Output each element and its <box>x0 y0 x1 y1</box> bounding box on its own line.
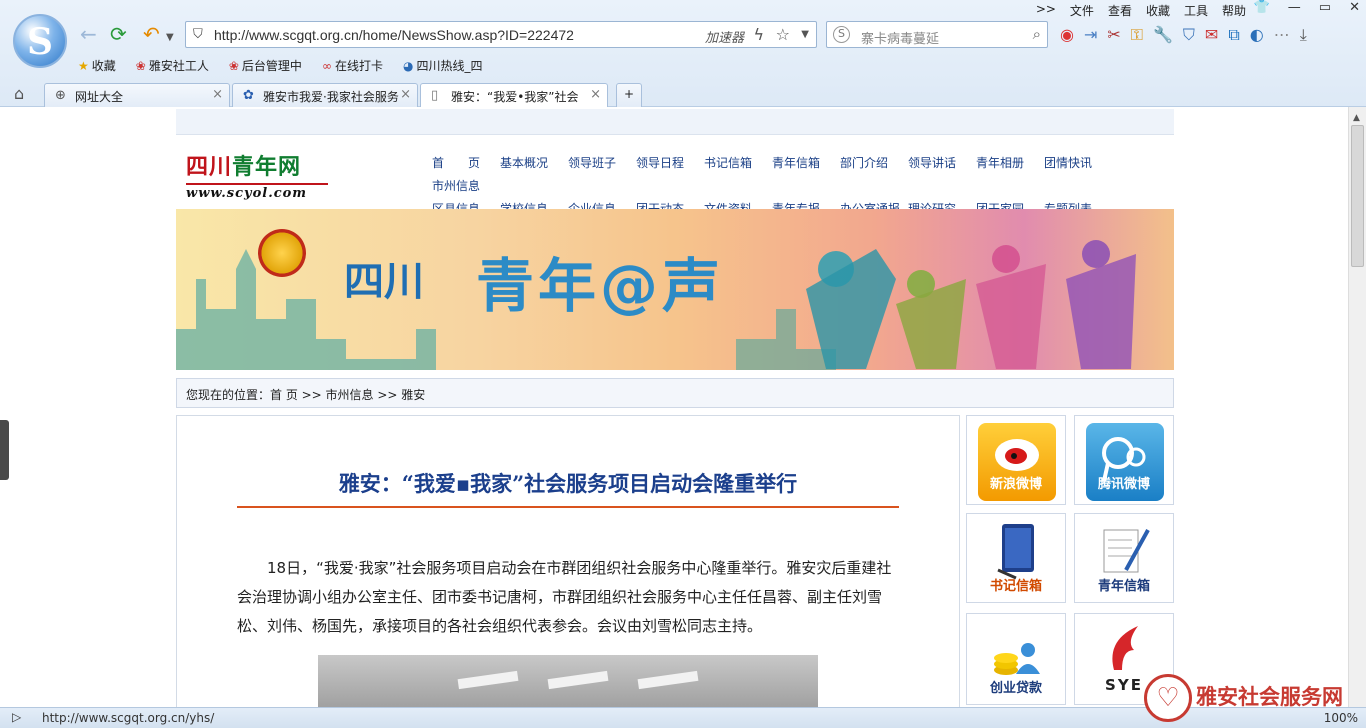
bookmark-yaan-social[interactable]: ❀ 雅安社工人 <box>136 57 209 74</box>
site-top-strip <box>176 109 1174 135</box>
translate-icon[interactable]: ◐ <box>1250 25 1264 45</box>
export-icon[interactable]: ⇥ <box>1084 25 1097 45</box>
bookmark-favorites[interactable]: ★ 收藏 <box>78 57 116 74</box>
menu-tools[interactable]: 工具 <box>1184 2 1208 19</box>
menu-view[interactable]: 查看 <box>1108 2 1132 19</box>
search-input[interactable]: 寨卡病毒蔓延 <box>861 28 939 47</box>
book-icon <box>997 524 1034 580</box>
bookmark-admin[interactable]: ❀ 后台管理中 <box>229 57 302 74</box>
shield-ext-icon[interactable]: ⛉ <box>1183 25 1195 45</box>
weibo-ext-icon[interactable]: ◉ <box>1060 25 1074 45</box>
watermark: ♡ 雅安社会服务网 <box>1144 672 1366 728</box>
sina-weibo-link[interactable]: 新浪微博 <box>966 415 1066 505</box>
menu-more[interactable]: >> <box>1036 2 1056 19</box>
minimize-button[interactable]: — <box>1288 0 1301 15</box>
coins-user-icon <box>994 643 1040 675</box>
nav-schedule[interactable]: 领导日程 <box>636 154 704 177</box>
web-page: 四川青年网 www.scyol.com 首 页基本概况 领导班子 领导日程 书记信箱青… <box>0 107 1348 707</box>
menu-file[interactable]: 文件 <box>1070 2 1094 19</box>
article-title: 雅安：“我爱▪我家”社会服务项目启动会隆重举行 <box>237 468 899 508</box>
mail-ext-icon[interactable]: ✉ <box>1205 25 1218 45</box>
article-panel: 雅安：“我爱▪我家”社会服务项目启动会隆重举行 18日，“我爱·我家”社会服务项… <box>176 415 960 707</box>
sye-flame-icon <box>1112 626 1138 670</box>
tab-current-article[interactable]: ▯ 雅安：“我爱•我家”社会 × <box>420 83 608 108</box>
youth-mailbox-link[interactable]: 青年信箱 <box>1074 513 1174 603</box>
bookmarks-bar: ★ 收藏 ❀ 雅安社工人 ❀ 后台管理中 ∞ 在线打卡 ◕ 四川热线_四 <box>78 57 482 74</box>
nav-city-info[interactable]: 市州信息 <box>432 177 500 200</box>
browser-logo[interactable]: S <box>13 14 67 68</box>
banner-image: 四川 青年@声 <box>176 209 1174 370</box>
restore-button[interactable]: ▭ <box>1319 0 1331 15</box>
address-bar[interactable]: ⛉ http://www.scgqt.org.cn/home/NewsShow.… <box>185 21 817 48</box>
undo-dropdown-icon[interactable]: ▼ <box>166 28 174 48</box>
page-icon: ▯ <box>431 88 439 103</box>
toolbar-extensions: ◉ ⇥ ✂ ⚿ 🔧 ⛉ ✉ ⧉ ◐ ⋯ ⤓ <box>1060 25 1307 45</box>
nav-departments[interactable]: 部门介绍 <box>840 154 908 177</box>
bookmark-sichuan-hotline[interactable]: ◕ 四川热线_四 <box>403 57 483 74</box>
address-url[interactable]: http://www.scgqt.org.cn/home/NewsShow.as… <box>214 27 574 43</box>
youth-league-emblem-icon <box>258 229 306 277</box>
scroll-up-icon[interactable]: ▲ <box>1353 113 1360 123</box>
key-icon[interactable]: ⚿ <box>1131 25 1143 45</box>
download-icon[interactable]: ⤓ <box>1300 25 1307 45</box>
refresh-icon[interactable]: ⟳ <box>110 24 127 44</box>
new-tab-button[interactable]: + <box>616 83 642 107</box>
nav-youth-mail[interactable]: 青年信箱 <box>772 154 840 177</box>
tab-close-icon[interactable]: × <box>400 87 411 102</box>
banner-sichuan-text: 四川 <box>344 259 424 305</box>
security-shield-icon: ⛉ <box>193 27 203 42</box>
nav-home[interactable]: 首 页 <box>432 154 500 177</box>
nav-overview[interactable]: 基本概况 <box>500 154 568 177</box>
site-logo[interactable]: 四川青年网 www.scyol.com <box>186 149 328 201</box>
wrench-icon[interactable]: 🔧 <box>1153 25 1173 45</box>
menu-favorites[interactable]: 收藏 <box>1146 2 1170 19</box>
menu-help[interactable]: 帮助 <box>1222 2 1246 19</box>
search-box[interactable]: S 寨卡病毒蔓延 ⌕ <box>826 21 1048 48</box>
article-body: 18日，“我爱·我家”社会服务项目启动会在市群团组织社会服务中心隆重举行。雅安灾… <box>237 559 892 635</box>
nav-news-flash[interactable]: 团情快讯 <box>1044 154 1112 177</box>
letter-pen-icon <box>1103 529 1150 573</box>
undo-icon[interactable]: ↶ <box>143 24 160 44</box>
tab-yaan-service[interactable]: ✿ 雅安市我爱·我家社会服务 × <box>232 83 418 107</box>
bookmark-clockin[interactable]: ∞ 在线打卡 <box>322 57 383 74</box>
more-icon[interactable]: ⋯ <box>1274 25 1290 45</box>
nav-album[interactable]: 青年相册 <box>976 154 1044 177</box>
search-engine-icon[interactable]: S <box>833 26 850 43</box>
tab-close-icon[interactable]: × <box>212 87 223 102</box>
side-dock-handle[interactable] <box>0 420 9 480</box>
watermark-logo-icon: ♡ <box>1144 674 1192 722</box>
globe-icon: ⊕ <box>55 88 66 103</box>
tab-url-directory[interactable]: ⊕ 网址大全 × <box>44 83 230 107</box>
tab-bar: ⌂ ⊕ 网址大全 × ✿ 雅安市我爱·我家社会服务 × ▯ 雅安：“我爱•我家”… <box>0 81 1366 108</box>
back-icon[interactable]: ← <box>80 24 97 44</box>
close-button[interactable]: ✕ <box>1349 0 1360 15</box>
search-icon[interactable]: ⌕ <box>1033 25 1041 43</box>
scroll-thumb[interactable] <box>1351 125 1364 267</box>
menu-bar: >> 文件 查看 收藏 工具 帮助 <box>1036 2 1246 19</box>
secretary-mailbox-link[interactable]: 书记信箱 <box>966 513 1066 603</box>
star-icon[interactable]: ☆ <box>776 25 790 44</box>
skin-icon[interactable]: 👕 <box>1254 0 1270 15</box>
tencent-weibo-link[interactable]: 腾讯微博 <box>1074 415 1174 505</box>
vertical-scrollbar[interactable]: ▲ <box>1348 107 1366 707</box>
address-dropdown-icon[interactable]: ▼ <box>801 29 809 40</box>
status-url: http://www.scgqt.org.cn/yhs/ <box>42 711 215 725</box>
startup-loan-link[interactable]: 创业贷款 <box>966 613 1066 705</box>
home-icon[interactable]: ⌂ <box>14 84 24 104</box>
play-icon[interactable]: ▷ <box>12 710 21 724</box>
banner-title: 青年@声 <box>476 252 725 320</box>
nav-speeches[interactable]: 领导讲话 <box>908 154 976 177</box>
tab-close-icon[interactable]: × <box>590 87 601 102</box>
nav-leadership[interactable]: 领导班子 <box>568 154 636 177</box>
nav-secretary-mail[interactable]: 书记信箱 <box>704 154 772 177</box>
paw-icon: ✿ <box>243 88 254 103</box>
scissors-icon[interactable]: ✂ <box>1107 25 1120 45</box>
window-controls: 👕 — ▭ ✕ <box>1254 0 1360 15</box>
accelerator-label[interactable]: 加速器 <box>705 27 744 46</box>
browser-chrome: S >> 文件 查看 收藏 工具 帮助 👕 — ▭ ✕ ← ⟳ ↶ ▼ ⛉ ht… <box>0 0 1366 108</box>
breadcrumb: 您现在的位置：首 页 >> 市州信息 >> 雅安 <box>176 378 1174 408</box>
screenshot-icon[interactable]: ⧉ <box>1228 25 1239 45</box>
article-photo <box>318 655 818 707</box>
lightning-icon[interactable]: ϟ <box>753 25 764 44</box>
